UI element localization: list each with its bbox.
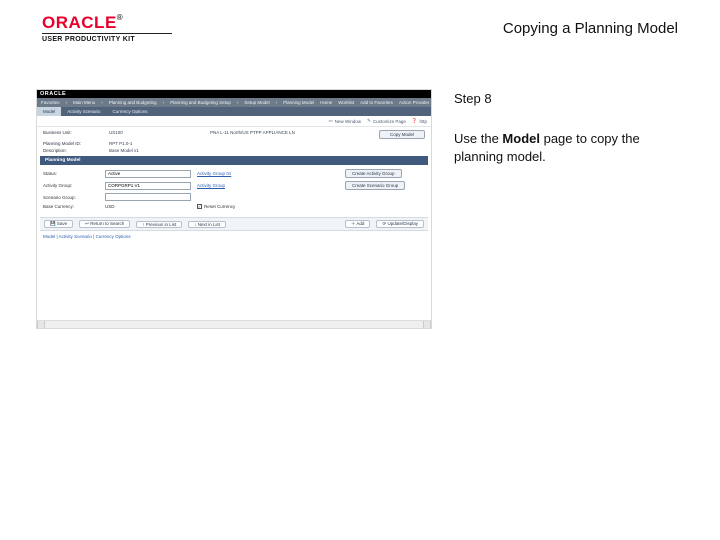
gear-icon: ✎: [367, 118, 371, 124]
bu-desc: PNA L-11 North/US PTPP APPLIANCE LN: [210, 130, 349, 139]
product-line-label: USER PRODUCTIVITY KIT: [42, 33, 172, 43]
nav-link[interactable]: Main Menu: [73, 100, 95, 105]
step-label: Step 8: [454, 91, 678, 106]
base-currency-label: Base Currency:: [43, 204, 99, 209]
oracle-logo-text: ORACLE: [42, 13, 117, 32]
footer-breadcrumb[interactable]: Model | Activity Scenario | Currency Opt…: [37, 231, 431, 242]
status-link[interactable]: Activity Group 01: [197, 171, 339, 176]
tab-currency-options[interactable]: Currency Options: [107, 107, 154, 116]
status-label: Status:: [43, 171, 99, 176]
page-header: ORACLE® USER PRODUCTIVITY KIT Copying a …: [0, 0, 720, 49]
oracle-logo: ORACLE®: [42, 14, 172, 31]
base-currency-value: USD: [105, 204, 191, 209]
copy-model-button[interactable]: Copy Model: [379, 130, 425, 139]
nav-link[interactable]: Planning and Budgeting Setup: [170, 100, 231, 105]
nav-link[interactable]: Favorites: [41, 100, 60, 105]
oracle-logo-block: ORACLE® USER PRODUCTIVITY KIT: [42, 14, 172, 43]
tab-activity-scenario[interactable]: Activity Scenario: [61, 107, 106, 116]
arrow-up-icon: ↑: [142, 222, 144, 227]
user-link[interactable]: Worklist: [338, 100, 354, 105]
action-row: 💾 Save ↩ Return to Search ↑ Previous in …: [40, 217, 428, 231]
user-link[interactable]: Add to Favorites: [360, 100, 393, 105]
app-screenshot: ORACLE Favorites › Main Menu › Planning …: [36, 89, 432, 329]
scenario-group-label: Scenario Group:: [43, 195, 99, 200]
step-text-before: Use the: [454, 131, 502, 146]
nav-link[interactable]: Planning and Budgeting: [109, 100, 157, 105]
step-text-bold: Model: [502, 131, 540, 146]
horizontal-scrollbar[interactable]: [37, 320, 431, 328]
desc-value: Base Model v1: [109, 148, 204, 153]
pbid-value: RPT P1.0-1: [109, 141, 204, 146]
instruction-panel: Step 8 Use the Model page to copy the pl…: [448, 89, 678, 329]
create-activity-group-button[interactable]: Create Activity Group: [345, 169, 402, 178]
save-icon: 💾: [50, 221, 56, 226]
save-button[interactable]: 💾 Save: [44, 220, 73, 228]
reset-currency-checkbox[interactable]: ✓ Reset Currency: [197, 204, 339, 209]
tab-model[interactable]: Model: [37, 107, 61, 116]
update-display-button[interactable]: ⟳ Update/Display: [376, 220, 424, 228]
model-header-grid: Business Unit: US100 PNA L-11 North/US P…: [37, 127, 431, 156]
arrow-down-icon: ↓: [194, 222, 196, 227]
window-icon: ▭: [329, 118, 333, 124]
planning-model-section-title: Planning Model: [40, 156, 428, 165]
pbid-label: Planning Model ID:: [43, 141, 103, 146]
activity-group-input[interactable]: [105, 182, 191, 190]
scenario-group-input[interactable]: [105, 193, 191, 201]
nav-link[interactable]: Planning Model: [283, 100, 314, 105]
checkbox-icon: ✓: [197, 204, 202, 209]
return-to-search-button[interactable]: ↩ Return to Search: [79, 220, 130, 228]
content-row: ORACLE Favorites › Main Menu › Planning …: [0, 49, 720, 329]
next-in-list-button[interactable]: ↓ Next in List: [188, 221, 226, 228]
add-button[interactable]: ＋ Add: [345, 220, 371, 228]
trademark-icon: ®: [117, 13, 123, 22]
step-text: Use the Model page to copy the planning …: [454, 130, 678, 165]
create-scenario-group-button[interactable]: Create Scenario Group: [345, 181, 405, 190]
refresh-icon: ⟳: [382, 221, 386, 226]
utility-row: ▭New Window ✎Customize Page ❓http: [37, 116, 431, 127]
user-links: Home Worklist Add to Favorites Action Pr…: [320, 100, 432, 105]
planning-model-grid: Status: Activity Group 01 Create Activit…: [37, 165, 431, 213]
app-navbar: Favorites › Main Menu › Planning and Bud…: [37, 98, 431, 107]
activity-group-link[interactable]: Activity Group: [197, 183, 339, 188]
help-icon: ❓: [412, 118, 418, 124]
scroll-left-cap[interactable]: [37, 321, 45, 328]
page-title: Copying a Planning Model: [503, 14, 678, 37]
plus-icon: ＋: [351, 221, 356, 226]
reset-currency-label: Reset Currency: [204, 204, 235, 209]
desc-label: Description:: [43, 148, 103, 153]
search-icon: ↩: [85, 221, 89, 226]
scroll-right-cap[interactable]: [423, 321, 431, 328]
app-brandbar: ORACLE: [37, 90, 431, 98]
activity-group-label: Activity Group:: [43, 183, 99, 188]
nav-link[interactable]: Setup Model: [244, 100, 269, 105]
bu-value: US100: [109, 130, 204, 139]
new-window-link[interactable]: ▭New Window: [329, 118, 362, 124]
breadcrumb: Favorites › Main Menu › Planning and Bud…: [41, 100, 314, 105]
tab-bar: Model Activity Scenario Currency Options: [37, 107, 431, 116]
bu-label: Business Unit:: [43, 130, 103, 139]
status-input[interactable]: [105, 170, 191, 178]
user-link[interactable]: Home: [320, 100, 332, 105]
previous-in-list-button[interactable]: ↑ Previous in List: [136, 221, 182, 228]
customize-page-link[interactable]: ✎Customize Page: [367, 118, 406, 124]
help-link[interactable]: ❓http: [412, 118, 427, 124]
user-link[interactable]: Action Provider: [399, 100, 430, 105]
